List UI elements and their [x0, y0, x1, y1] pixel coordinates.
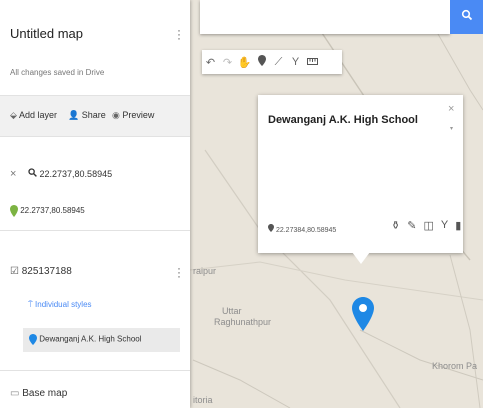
map-title[interactable]: Untitled map: [10, 26, 83, 41]
add-layer-label: Add layer: [18, 110, 57, 120]
base-map-label: Base map: [22, 388, 68, 399]
add-layer-icon: ⬙: [10, 110, 17, 120]
popup-coords-text: 22.27384,80.58945: [275, 227, 337, 234]
measure-button[interactable]: [304, 50, 321, 74]
directions-button[interactable]: Y: [287, 50, 304, 74]
search-layer-query-text: 22.2737,80.58945: [39, 169, 113, 179]
redo-button[interactable]: ↷: [219, 50, 236, 74]
layer-item-text: Dewanganj A.K. High School: [39, 334, 142, 344]
preview-button[interactable]: ◉ Preview: [112, 110, 154, 121]
popup-title: Dewanganj A.K. High School: [268, 114, 418, 126]
pan-tool-button[interactable]: ✋: [236, 50, 253, 74]
add-marker-button[interactable]: [253, 50, 270, 74]
line-icon: ⟋: [274, 55, 283, 68]
add-layer-button[interactable]: ⬙ Add layer: [10, 110, 57, 121]
add-person-icon: 👤: [68, 110, 80, 120]
close-search-layer-icon[interactable]: ×: [10, 168, 16, 180]
layer-style-text: Individual styles: [35, 300, 92, 309]
draw-line-button[interactable]: ⟋: [270, 50, 287, 74]
edit-pencil-icon[interactable]: ✎: [407, 219, 416, 232]
map-sidebar: Untitled map · · · All changes saved in Dr…: [0, 0, 190, 408]
delete-icon[interactable]: ▮: [455, 219, 461, 232]
search-icon: [28, 168, 40, 179]
green-pin-icon: [10, 205, 20, 217]
layer-item: Dewanganj A.K. High School: [29, 334, 142, 345]
share-label: Share: [81, 110, 106, 120]
share-button[interactable]: 👤 Share: [68, 110, 106, 121]
map-place-label: Uttar: [222, 306, 242, 316]
directions-icon[interactable]: Y: [441, 219, 448, 232]
search-result-text: 22.2737,80.58945: [20, 206, 85, 216]
map-place-label: itoria: [193, 395, 213, 405]
save-status: All changes saved in Drive: [10, 68, 105, 77]
undo-icon: ↶: [205, 56, 216, 69]
search-button[interactable]: [450, 0, 483, 34]
base-map-toggle[interactable]: ▭ Base map: [10, 388, 67, 399]
preview-label: Preview: [122, 110, 155, 120]
ruler-icon: [307, 56, 318, 68]
eye-icon: ◉: [112, 110, 120, 120]
search-icon: [461, 8, 473, 26]
info-popup: Dewanganj A.K. High School × ▾ 22.27384,…: [258, 95, 463, 253]
marker-icon: [257, 55, 266, 69]
map-marker[interactable]: [352, 297, 374, 336]
layer-name[interactable]: 825137188: [22, 266, 72, 277]
map-toolbar: ↶ ↷ ✋ ⟋ Y: [202, 50, 342, 74]
layer-item-selected[interactable]: Dewanganj A.K. High School: [23, 328, 180, 352]
blue-pin-icon: [29, 334, 39, 345]
base-map-icon: ▭: [10, 388, 20, 399]
popup-actions: ⚱ ✎ ◫ Y ▮: [391, 219, 461, 232]
close-icon[interactable]: ×: [448, 103, 454, 115]
popup-pointer: [352, 252, 370, 264]
map-place-label: Khorom Pa: [432, 361, 478, 371]
style-paint-icon[interactable]: ⚱: [391, 219, 400, 232]
map-options-menu-icon[interactable]: · · ·: [177, 24, 183, 44]
layer-visibility-checkbox[interactable]: ☑ 825137188: [10, 266, 72, 277]
layer-style-link[interactable]: ⍑ Individual styles: [28, 300, 92, 310]
map-search-input[interactable]: [200, 0, 450, 34]
directions-icon: Y: [291, 56, 300, 68]
redo-icon: ↷: [222, 56, 233, 69]
search-result-item[interactable]: 22.2737,80.58945: [10, 205, 85, 217]
camera-icon[interactable]: ◫: [423, 219, 433, 232]
popup-coords: 22.27384,80.58945: [268, 224, 336, 234]
paint-roller-icon: ⍑: [28, 300, 33, 309]
layer-options-menu-icon[interactable]: · · ·: [177, 262, 183, 282]
popup-scroll-icon[interactable]: ▾: [450, 125, 453, 132]
hand-icon: ✋: [237, 56, 252, 69]
search-layer-query[interactable]: 22.2737,80.58945: [28, 168, 112, 179]
map-place-label: raipur: [193, 266, 217, 276]
pin-icon: [268, 224, 276, 234]
checkbox-icon: ☑: [10, 266, 19, 277]
undo-button[interactable]: ↶: [202, 50, 219, 74]
map-place-label: Raghunathpur: [214, 317, 272, 327]
